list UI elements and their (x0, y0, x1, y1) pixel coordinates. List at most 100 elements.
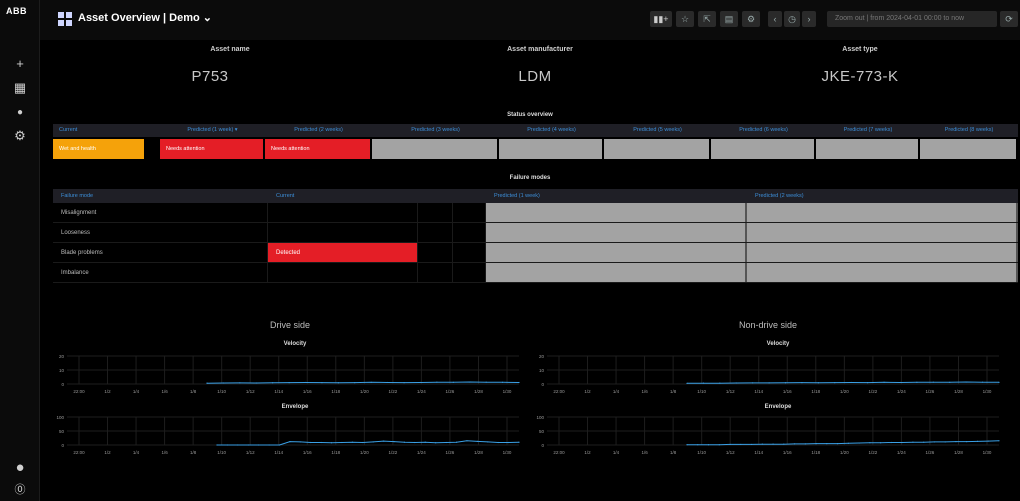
data-point (362, 441, 364, 444)
spacer-cell (453, 243, 486, 262)
data-point (304, 381, 307, 384)
status-header-3[interactable]: Predicted (3 weeks) (372, 124, 499, 137)
data-point (387, 381, 389, 384)
status-header-6[interactable]: Predicted (6 weeks) (711, 124, 816, 137)
x-tick-label: 1/12 (246, 450, 255, 455)
top-bar: Asset Overview | Demo ⌄ ▮▮+ ☆ ⇱ ▤ ⚙ ‹ ◷ … (40, 0, 1020, 40)
data-point (916, 381, 918, 383)
data-point (890, 441, 893, 444)
status-header-2[interactable]: Predicted (2 weeks) (265, 124, 372, 137)
failure-header-2[interactable]: Predicted (1 week) (486, 189, 747, 203)
x-tick-label: 1/8 (190, 450, 197, 455)
failure-row: Misalignment (53, 203, 1018, 223)
add-icon[interactable]: + (0, 56, 40, 72)
status-header-5[interactable]: Predicted (5 weeks) (604, 124, 711, 137)
user-avatar-icon[interactable]: ● (0, 460, 40, 476)
failure-header-3[interactable]: Predicted (2 weeks) (747, 189, 1018, 203)
time-range-picker[interactable]: Zoom out | from 2024-04-01 00:00 to now (827, 11, 997, 27)
failure-mode-name: Imbalance (53, 263, 268, 282)
data-point (883, 381, 885, 383)
data-point (518, 441, 520, 443)
help-icon[interactable]: ⓪ (0, 482, 40, 498)
x-tick-label: 1/12 (246, 389, 255, 394)
data-point (226, 444, 229, 446)
x-tick-label: 1/24 (897, 389, 906, 394)
share-button[interactable]: ⇱ (698, 11, 716, 27)
gear-icon[interactable]: ⚙ (0, 128, 40, 144)
asset-type-value: JKE-773-K (821, 68, 899, 85)
non-drive-envelope-chart: 100 50 0 22:00 1/2 1/4 1/6 1/8 1/10 1/12 1/14 1/16 1… (536, 415, 1000, 455)
data-point (768, 382, 770, 384)
status-header-4[interactable]: Predicted (4 weeks) (499, 124, 604, 137)
asset-manufacturer-label: Asset manufacturer (507, 46, 573, 53)
x-tick-label: 1/28 (954, 389, 963, 394)
data-point (288, 382, 290, 384)
data-point (310, 441, 312, 444)
status-header-7[interactable]: Predicted (7 weeks) (816, 124, 920, 137)
data-point (435, 442, 437, 444)
drive-velocity-chart: 20 10 0 22:00 1/2 1/4 1/6 1/8 1/10 1/12 1/14 1/16 1/… (59, 354, 520, 394)
data-point (804, 443, 806, 445)
data-point (901, 441, 903, 444)
dashboard-title[interactable]: Asset Overview | Demo ⌄ (78, 11, 212, 24)
x-tick-label: 1/14 (754, 450, 763, 455)
x-tick-label: 1/14 (754, 389, 763, 394)
refresh-button[interactable]: ⟳ (1000, 11, 1018, 27)
data-point (761, 443, 763, 445)
failure-header-0[interactable]: Failure mode (53, 189, 268, 203)
x-tick-label: 1/4 (613, 389, 620, 394)
x-tick-label: 1/28 (954, 450, 963, 455)
dashboards-icon[interactable]: ▦ (0, 80, 40, 96)
save-button[interactable]: ▤ (720, 11, 738, 27)
data-point (981, 381, 984, 383)
x-tick-label: 1/26 (926, 389, 935, 394)
data-point (278, 444, 281, 446)
failure-header-1[interactable]: Current (268, 189, 486, 203)
data-point (837, 443, 839, 445)
data-point (801, 382, 803, 384)
x-tick-label: 1/18 (811, 389, 820, 394)
failure-predicted-1-cell (486, 203, 747, 222)
data-point (216, 444, 218, 446)
time-back-button[interactable]: ‹ (768, 11, 782, 27)
data-point (455, 441, 458, 443)
status-header-0[interactable]: Current (53, 124, 160, 137)
data-point (341, 441, 343, 444)
bell-icon[interactable]: ● (0, 105, 40, 121)
x-tick-label: 1/30 (983, 389, 992, 394)
data-point (858, 442, 860, 444)
time-forward-button[interactable]: › (802, 11, 816, 27)
failure-predicted-1-cell (486, 263, 747, 282)
x-tick-label: 1/24 (417, 450, 426, 455)
data-point (424, 441, 426, 443)
spacer-cell (418, 203, 453, 222)
status-overview-table: Current Predicted (1 week) ▾ Predicted (2 … (53, 124, 1018, 159)
x-tick-label: 1/30 (503, 450, 512, 455)
failure-mode-name: Misalignment (53, 203, 268, 222)
add-panel-button[interactable]: ▮▮+ (650, 11, 672, 27)
status-header-8[interactable]: Predicted (8 weeks) (920, 124, 1018, 137)
data-point (719, 382, 721, 384)
spacer-cell (418, 243, 453, 262)
star-button[interactable]: ☆ (676, 11, 694, 27)
data-point (476, 440, 478, 442)
non-drive-side-title: Non-drive side (738, 320, 798, 330)
failure-modes-table: Failure mode Current Predicted (1 week) Pre… (53, 189, 1018, 283)
data-point (289, 441, 291, 443)
settings-button[interactable]: ⚙ (742, 11, 760, 27)
data-point (351, 441, 353, 443)
x-tick-label: 22:00 (553, 389, 565, 394)
x-tick-label: 1/28 (474, 450, 483, 455)
x-tick-label: 1/4 (133, 389, 140, 394)
dashboard-grid-icon (58, 12, 72, 26)
data-point (403, 441, 406, 443)
x-tick-label: 1/6 (641, 389, 648, 394)
x-tick-label: 1/30 (983, 450, 992, 455)
status-cell-4 (372, 139, 497, 159)
data-point (966, 441, 968, 443)
x-tick-label: 1/10 (697, 389, 706, 394)
status-header-1[interactable]: Predicted (1 week) ▾ (160, 124, 265, 137)
x-tick-label: 1/8 (190, 389, 197, 394)
time-picker-button[interactable]: ◷ (784, 11, 800, 27)
non-drive-velocity-title: Velocity (766, 341, 790, 347)
